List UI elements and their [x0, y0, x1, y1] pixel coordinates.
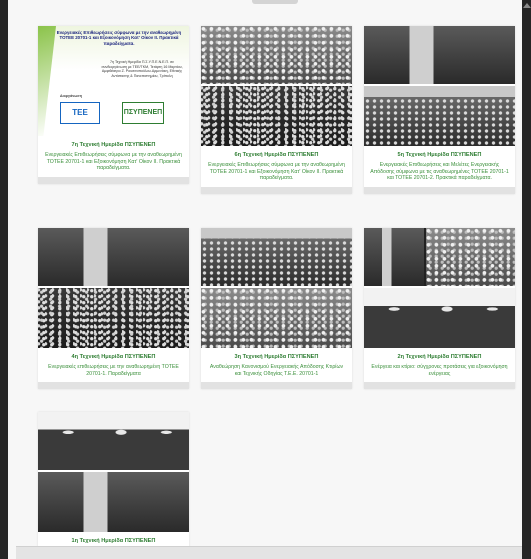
event-description: Ενέργεια και κτίριο: σύγχρονες προτάσεις… [371, 364, 508, 377]
photo-audience [38, 288, 189, 348]
bottom-bar [16, 546, 522, 559]
window-edge-left [0, 0, 8, 559]
event-description: Ενεργειακές Επιθεωρήσεις και Μελέτες Ενε… [370, 162, 509, 182]
card-footer [201, 382, 352, 390]
photo-panel [38, 228, 189, 286]
event-title[interactable]: 4η Τεχνική Ημερίδα ΠΣΥΠΕΝΕΠ [42, 354, 185, 361]
photo-speakers-group [364, 288, 515, 348]
event-poster-image[interactable]: Ενεργειακές Επιθεωρήσεις σύμφωνα με την … [38, 26, 189, 136]
gallery-panel: Ενεργειακές Επιθεωρήσεις σύμφωνα με την … [8, 0, 522, 559]
event-card[interactable]: 5η Τεχνική Ημερίδα ΠΣΥΠΕΝΕΠ Ενεργειακές … [364, 26, 515, 194]
poster-organizer-label: Διοργάνωση [60, 94, 82, 98]
event-card[interactable]: Ενεργειακές Επιθεωρήσεις σύμφωνα με την … [38, 26, 189, 184]
photo-audience-bottom [201, 86, 352, 146]
tee-logo: ΤΕΕ [60, 102, 100, 124]
photo-speaker [38, 472, 189, 532]
card-footer [38, 176, 189, 184]
event-description: Αναθεώρηση Κανονισμού Ενεργειακής Απόδοσ… [209, 364, 344, 377]
photo-speaker [364, 228, 424, 286]
event-photo[interactable] [201, 26, 352, 146]
photo-audience-top [201, 26, 352, 84]
photo-stage [364, 26, 515, 84]
event-photo[interactable] [201, 228, 352, 348]
poster-title: Ενεργειακές Επιθεωρήσεις σύμφωνα με την … [56, 30, 182, 46]
event-description: Ενεργειακές Επιθεωρήσεις σύμφωνα με την … [208, 162, 345, 182]
psypenep-logo: ΠΣΥΠΕΝΕΠ [122, 102, 164, 124]
event-photo[interactable] [364, 228, 515, 348]
event-card[interactable]: 3η Τεχνική Ημερίδα ΠΣΥΠΕΝΕΠ Αναθεώρηση Κ… [201, 228, 352, 390]
photo-audience [201, 288, 352, 348]
photo-panel [38, 412, 189, 470]
photo-hall [364, 86, 515, 146]
photo-hall [201, 228, 352, 286]
event-title[interactable]: 1η Τεχνική Ημερίδα ΠΣΥΠΕΝΕΠ [42, 538, 185, 545]
poster: Ενεργειακές Επιθεωρήσεις σύμφωνα με την … [38, 26, 189, 136]
scrollbar-track[interactable] [522, 0, 531, 559]
event-card[interactable]: 2η Τεχνική Ημερίδα ΠΣΥΠΕΝΕΠ Ενέργεια και… [364, 228, 515, 390]
event-description: Ενεργειακές Επιθεωρήσεις σύμφωνα με την … [45, 152, 182, 172]
event-card[interactable]: 4η Τεχνική Ημερίδα ΠΣΥΠΕΝΕΠ Ενεργειακές … [38, 228, 189, 390]
event-card[interactable]: 1η Τεχνική Ημερίδα ΠΣΥΠΕΝΕΠ [38, 412, 189, 548]
poster-subtitle: 7η Τεχνική Ημερίδα Π.Σ.Υ.Π.Ε.Ν.Ε.Π. σε σ… [101, 60, 183, 78]
event-title[interactable]: 6η Τεχνική Ημερίδα ΠΣΥΠΕΝΕΠ [205, 152, 348, 159]
event-title[interactable]: 3η Τεχνική Ημερίδα ΠΣΥΠΕΝΕΠ [205, 354, 348, 361]
scroll-indicator [252, 0, 298, 4]
event-photo[interactable] [364, 26, 515, 146]
scroll-up-icon[interactable] [523, 3, 531, 8]
event-description: Ενεργειακές επιθεωρήσεις με την αναθεωρη… [48, 364, 179, 377]
card-footer [364, 186, 515, 194]
event-title[interactable]: 2η Τεχνική Ημερίδα ΠΣΥΠΕΝΕΠ [368, 354, 511, 361]
event-photo[interactable] [38, 412, 189, 532]
photo-audience [426, 228, 515, 286]
event-photo[interactable] [38, 228, 189, 348]
event-title[interactable]: 7η Τεχνική Ημερίδα ΠΣΥΠΕΝΕΠ [42, 142, 185, 149]
poster-accent [38, 26, 56, 136]
card-footer [38, 382, 189, 390]
card-footer [201, 186, 352, 194]
card-footer [364, 382, 515, 390]
event-title[interactable]: 5η Τεχνική Ημερίδα ΠΣΥΠΕΝΕΠ [368, 152, 511, 159]
event-card[interactable]: 6η Τεχνική Ημερίδα ΠΣΥΠΕΝΕΠ Ενεργειακές … [201, 26, 352, 194]
